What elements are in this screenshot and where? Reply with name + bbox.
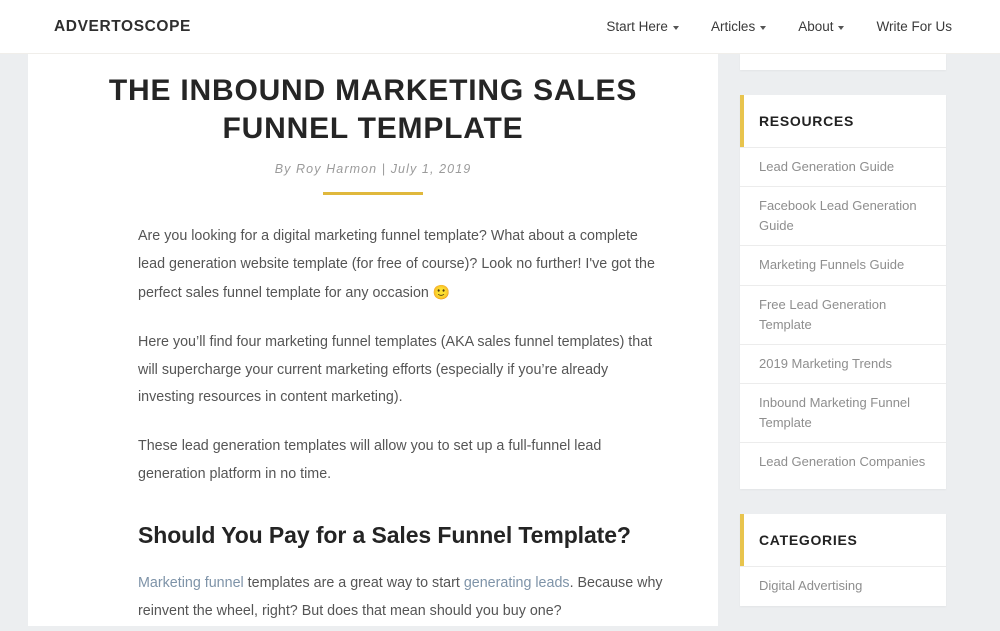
widget-header: RESOURCES	[740, 95, 946, 148]
resources-list: Lead Generation Guide Facebook Lead Gene…	[740, 148, 946, 489]
widget-accent-bar	[740, 95, 744, 147]
nav-item-start-here[interactable]: Start Here	[590, 19, 695, 34]
list-item: Inbound Marketing Funnel Template	[740, 384, 946, 444]
page-body: THE INBOUND MARKETING SALES FUNNEL TEMPL…	[0, 54, 1000, 626]
page-title: THE INBOUND MARKETING SALES FUNNEL TEMPL…	[108, 74, 638, 145]
nav-item-write-for-us[interactable]: Write For Us	[860, 19, 968, 34]
widget-title-categories: CATEGORIES	[759, 532, 858, 549]
nav-item-label: About	[798, 19, 834, 34]
list-item: Digital Advertising	[740, 567, 946, 605]
chevron-down-icon	[838, 25, 845, 30]
nav-item-label: Start Here	[606, 19, 668, 34]
widget-title-resources: RESOURCES	[759, 113, 854, 129]
sidebar: RESOURCES Lead Generation Guide Facebook…	[740, 54, 946, 631]
list-item: Lead Generation Companies	[740, 443, 946, 481]
resources-link-free-lead-generation-template[interactable]: Free Lead Generation Template	[740, 286, 946, 344]
resources-link-inbound-marketing-funnel-template[interactable]: Inbound Marketing Funnel Template	[740, 384, 946, 442]
resources-link-lead-generation-guide[interactable]: Lead Generation Guide	[740, 148, 946, 186]
sidebar-widget-categories: CATEGORIES Digital Advertising	[740, 514, 946, 606]
title-divider	[323, 192, 423, 195]
post-content: Are you looking for a digital marketing …	[28, 223, 718, 626]
paragraph-3: These lead generation templates will all…	[138, 438, 602, 483]
paragraph-1-text: Are you looking for a digital marketing …	[138, 228, 655, 301]
sidebar-widget-partial	[740, 54, 946, 70]
categories-link-digital-advertising[interactable]: Digital Advertising	[740, 567, 946, 605]
link-generating-leads[interactable]: generating leads	[464, 575, 570, 591]
list-item: Lead Generation Guide	[740, 148, 946, 188]
nav-item-label: Articles	[710, 19, 756, 34]
widget-header: CATEGORIES	[740, 514, 946, 568]
main-navigation: Start Here Articles About Write For Us	[590, 19, 968, 34]
smiley-face-icon: 🙂	[432, 283, 451, 300]
resources-link-2019-marketing-trends[interactable]: 2019 Marketing Trends	[740, 345, 946, 383]
section-heading-should-you-pay: Should You Pay for a Sales Funnel Templa…	[138, 522, 631, 548]
paragraph-4: Marketing funnel templates are a great w…	[138, 570, 664, 626]
nav-item-about[interactable]: About	[782, 19, 860, 34]
widget-accent-bar	[740, 514, 744, 567]
list-item: 2019 Marketing Trends	[740, 345, 946, 384]
resources-link-lead-generation-companies[interactable]: Lead Generation Companies	[740, 443, 946, 481]
nav-item-articles[interactable]: Articles	[695, 19, 782, 34]
sidebar-widget-resources: RESOURCES Lead Generation Guide Facebook…	[740, 95, 946, 490]
chevron-down-icon	[672, 25, 679, 30]
categories-list: Digital Advertising	[740, 567, 946, 605]
paragraph-2: Here you’ll find four marketing funnel t…	[138, 333, 653, 406]
list-item: Marketing Funnels Guide	[740, 246, 946, 286]
paragraph-4-mid: templates are a great way to start	[243, 574, 464, 591]
list-item: Facebook Lead Generation Guide	[740, 187, 946, 247]
link-marketing-funnel[interactable]: Marketing funnel	[138, 575, 244, 591]
paragraph-1: Are you looking for a digital marketing …	[138, 223, 664, 308]
chevron-down-icon	[760, 25, 767, 30]
list-item: Free Lead Generation Template	[740, 286, 946, 345]
article-column: THE INBOUND MARKETING SALES FUNNEL TEMPL…	[28, 54, 718, 626]
blog-post: THE INBOUND MARKETING SALES FUNNEL TEMPL…	[28, 54, 718, 626]
resources-link-facebook-lead-generation-guide[interactable]: Facebook Lead Generation Guide	[740, 187, 946, 245]
site-header: ADVERTOSCOPE Start Here Articles About W…	[0, 0, 1000, 54]
post-byline: By Roy Harmon | July 1, 2019	[274, 162, 472, 176]
resources-link-marketing-funnels-guide[interactable]: Marketing Funnels Guide	[740, 246, 946, 284]
nav-item-label: Write For Us	[876, 19, 952, 34]
site-logo[interactable]: ADVERTOSCOPE	[54, 18, 191, 36]
